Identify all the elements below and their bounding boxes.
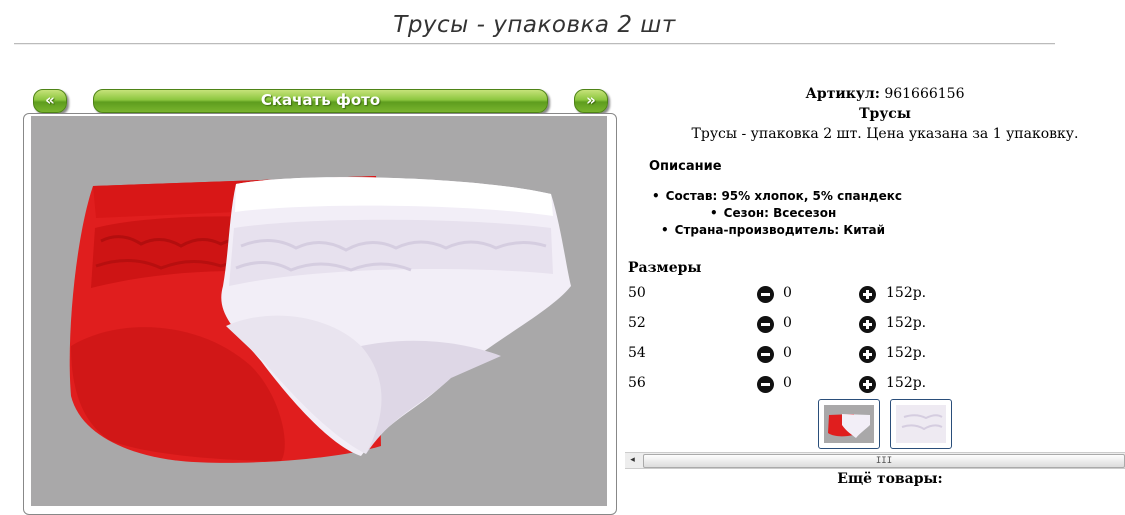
size-row: 52 0 152р. xyxy=(628,315,948,335)
scrollbar-thumb[interactable]: III xyxy=(643,454,1125,468)
property-item: Страна-производитель: Китай xyxy=(661,223,885,237)
size-value: 52 xyxy=(628,315,646,331)
property-item: Сезон: Всесезон xyxy=(710,206,837,220)
next-photo-button[interactable]: » xyxy=(574,89,608,113)
photo-thumbnail[interactable] xyxy=(818,399,880,449)
quantity-value: 0 xyxy=(783,375,792,391)
prev-photo-button[interactable]: « xyxy=(33,89,67,113)
size-row: 50 0 152р. xyxy=(628,285,948,305)
description-header: Описание xyxy=(649,159,722,174)
size-value: 50 xyxy=(628,285,646,301)
quantity-value: 0 xyxy=(783,315,792,331)
minus-circle-icon[interactable] xyxy=(757,376,774,393)
thumbnail-image xyxy=(824,405,874,443)
plus-circle-icon[interactable] xyxy=(859,346,876,363)
price-value: 152р. xyxy=(886,375,927,391)
plus-circle-icon[interactable] xyxy=(859,286,876,303)
property-item: Состав: 95% хлопок, 5% спандекс xyxy=(652,189,902,203)
price-value: 152р. xyxy=(886,345,927,361)
page-title: Трусы - упаковка 2 шт xyxy=(393,12,676,38)
thumbnail-image xyxy=(896,405,946,443)
product-photo-image xyxy=(69,176,571,463)
minus-circle-icon[interactable] xyxy=(757,286,774,303)
product-photo[interactable] xyxy=(31,116,607,506)
more-products-header: Ещё товары: xyxy=(837,471,943,487)
scroll-left-arrow-icon[interactable]: ◂ xyxy=(625,453,640,468)
price-value: 152р. xyxy=(886,285,927,301)
size-value: 54 xyxy=(628,345,646,361)
photo-thumbnail[interactable] xyxy=(890,399,952,449)
plus-circle-icon[interactable] xyxy=(859,376,876,393)
article-label: Артикул: xyxy=(805,86,880,102)
minus-circle-icon[interactable] xyxy=(757,316,774,333)
article-line: Артикул: 961666156 xyxy=(625,86,1125,102)
size-row: 54 0 152р. xyxy=(628,345,948,365)
product-short-description: Трусы - упаковка 2 шт. Цена указана за 1… xyxy=(691,126,1079,142)
minus-circle-icon[interactable] xyxy=(757,346,774,363)
size-value: 56 xyxy=(628,375,646,391)
plus-circle-icon[interactable] xyxy=(859,316,876,333)
title-divider xyxy=(14,43,1055,45)
quantity-value: 0 xyxy=(783,345,792,361)
size-row: 56 0 152р. xyxy=(628,375,948,395)
download-photo-button[interactable]: Скачать фото xyxy=(93,89,548,113)
horizontal-scrollbar[interactable]: ◂ III xyxy=(625,452,1125,469)
sizes-header: Размеры xyxy=(628,260,702,276)
price-value: 152р. xyxy=(886,315,927,331)
product-name: Трусы xyxy=(859,106,911,122)
article-value: 961666156 xyxy=(884,86,965,102)
quantity-value: 0 xyxy=(783,285,792,301)
